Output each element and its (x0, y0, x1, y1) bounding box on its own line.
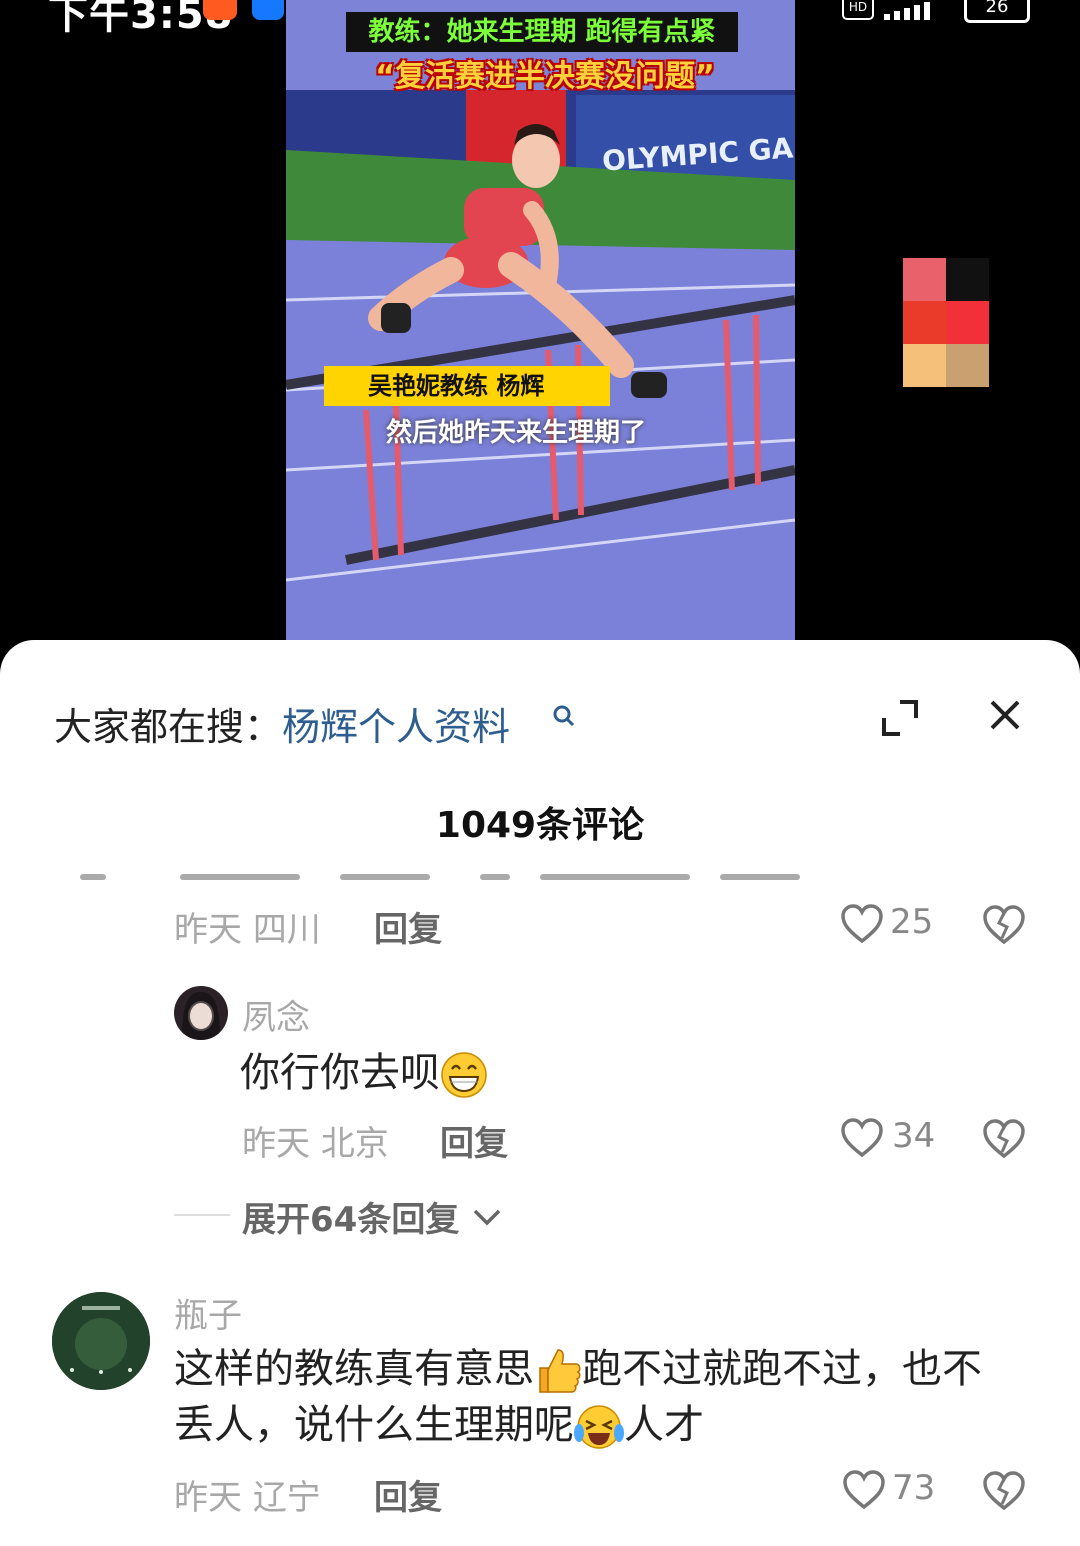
trending-search-bar[interactable]: 大家都在搜：杨辉个人资料 (54, 696, 510, 751)
heart-icon[interactable] (840, 904, 884, 944)
video-caption-top: 教练：她来生理期 跑得有点紧 (346, 12, 738, 52)
comment-text-line-1: 这样的教练真有意思 跑不过就跑不过，也不 (174, 1340, 982, 1398)
thumbs-up-emoji-icon (539, 1349, 581, 1393)
comment-time: 昨天 四川 (174, 910, 321, 950)
expand-icon[interactable] (880, 698, 920, 738)
avatar[interactable] (52, 1292, 150, 1390)
heart-icon[interactable] (840, 1118, 884, 1158)
alipay-icon (252, 0, 284, 20)
username[interactable]: 夙念 (242, 990, 310, 1039)
signal-icon (884, 0, 930, 20)
video-caption-quote: “复活赛进半决赛没问题” (375, 59, 715, 94)
comment-count-title: 1049条评论 (435, 805, 645, 846)
username[interactable]: 瓶子 (174, 1288, 242, 1337)
like-count: 25 (890, 902, 934, 942)
battery-icon: 26 (964, 0, 1030, 23)
expand-divider (174, 1214, 230, 1216)
grinning-emoji-icon (441, 1052, 487, 1098)
crying-laughing-emoji-icon (574, 1405, 624, 1449)
avatar[interactable] (174, 986, 228, 1040)
comment-text-line-2: 丢人，说什么生理期呢 人才 (174, 1396, 704, 1454)
video-name-bar: 吴艳妮教练 杨辉 (324, 366, 610, 406)
comment-text: 你行你去呗 (240, 1044, 488, 1102)
broken-heart-icon[interactable] (982, 1470, 1026, 1512)
comment-time: 昨天 辽宁 (174, 1478, 321, 1518)
clipped-comment-text (80, 872, 820, 884)
reply-button[interactable]: 回复 (374, 1470, 442, 1519)
close-icon[interactable] (988, 698, 1022, 732)
like-count: 34 (892, 1116, 936, 1156)
expand-replies-button[interactable]: 展开64条回复 (242, 1192, 459, 1241)
like-count: 73 (892, 1468, 936, 1508)
app-notification-icon (203, 0, 237, 20)
heart-icon[interactable] (842, 1470, 886, 1510)
hd-badge: HD (842, 0, 874, 20)
search-icon[interactable] (552, 704, 576, 728)
reply-button[interactable]: 回复 (440, 1116, 508, 1165)
pixelated-mosaic-image (903, 258, 989, 387)
video-player[interactable]: 教练：她来生理期 跑得有点紧 “复活赛进半决赛没问题” OLYMPIC GA 吴… (286, 0, 795, 640)
comment-time: 昨天 北京 (242, 1124, 389, 1164)
comments-panel: 大家都在搜：杨辉个人资料 1049条评论 昨天 四川 回复 25 夙念 你行你去… (0, 640, 1080, 1546)
broken-heart-icon[interactable] (982, 1118, 1026, 1160)
video-frame-image (286, 90, 795, 640)
video-subtitle: 然后她昨天来生理期了 (386, 418, 647, 448)
trending-search-term[interactable]: 杨辉个人资料 (282, 705, 510, 749)
reply-button[interactable]: 回复 (374, 902, 442, 951)
trending-search-prefix: 大家都在搜： (54, 705, 283, 749)
chevron-down-icon[interactable] (472, 1208, 502, 1226)
broken-heart-icon[interactable] (982, 904, 1026, 946)
